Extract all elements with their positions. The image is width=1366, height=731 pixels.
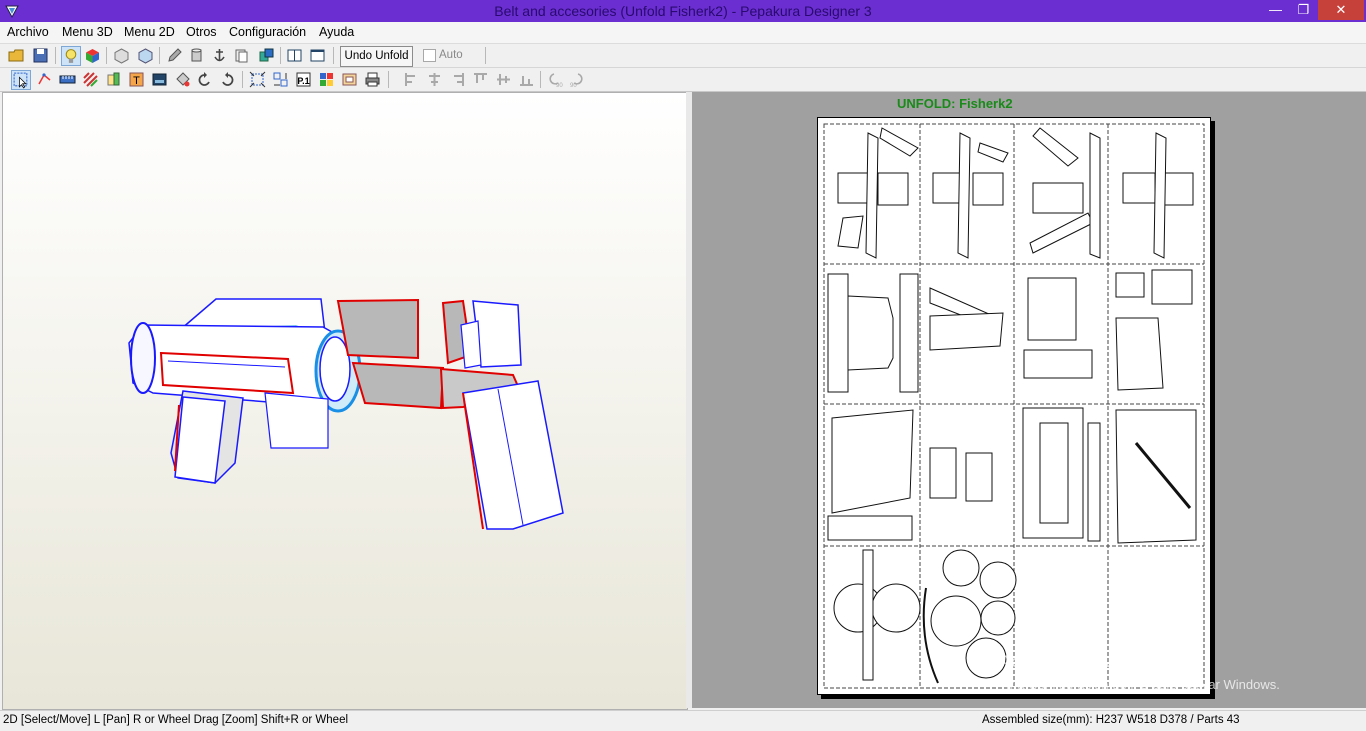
text-frame-icon[interactable]: T	[128, 71, 145, 88]
align-middle-icon[interactable]	[495, 71, 512, 88]
align-right-icon[interactable]	[449, 71, 466, 88]
pencil-icon[interactable]	[166, 47, 183, 64]
toolbar-separator	[540, 71, 541, 88]
window-title: Belt and accesories (Unfold Fisherk2) - …	[494, 3, 872, 19]
texture-icon[interactable]	[82, 71, 99, 88]
menu-bar: Archivo Menu 3D Menu 2D Otros Configurac…	[0, 22, 1366, 44]
print-preview-icon[interactable]	[341, 71, 358, 88]
toolbar-separator	[106, 47, 107, 64]
menu-2d[interactable]: Menu 2D	[124, 25, 175, 39]
flap-icon[interactable]	[105, 71, 122, 88]
activation-watermark-title: Activar Windows	[1000, 652, 1126, 671]
unfold-cube-icon[interactable]	[258, 47, 275, 64]
svg-text:90: 90	[570, 83, 577, 88]
main-toolbar: Undo Unfold Auto	[0, 44, 1366, 68]
layout-grid-icon[interactable]	[318, 71, 335, 88]
assembled-size: Assembled size(mm): H237 W518 D378 / Par…	[982, 714, 1240, 726]
wire-cube-icon[interactable]	[113, 47, 130, 64]
menu-3d[interactable]: Menu 3D	[62, 25, 113, 39]
undo-unfold-button[interactable]: Undo Unfold	[340, 46, 413, 67]
save-icon[interactable]	[32, 47, 49, 64]
align-center-icon[interactable]	[426, 71, 443, 88]
activation-watermark-subtitle: Ir a Configuración de PC para activar Wi…	[1006, 677, 1280, 692]
status-bar: 2D [Select/Move] L [Pan] R or Wheel Drag…	[0, 710, 1366, 731]
toolbar-separator	[159, 47, 160, 64]
arrange-icon[interactable]	[272, 71, 289, 88]
auto-checkbox-label: Auto	[439, 49, 463, 61]
align-left-icon[interactable]	[403, 71, 420, 88]
menu-configuracion[interactable]: Configuración	[229, 25, 306, 39]
toolbar-separator	[485, 47, 486, 64]
lightbulb-icon[interactable]	[61, 46, 81, 66]
anchor-icon[interactable]	[211, 47, 228, 64]
toolbar-separator	[388, 71, 389, 88]
shaded-cube-icon[interactable]	[137, 47, 154, 64]
rotate-left-icon[interactable]	[196, 71, 213, 88]
open-folder-icon[interactable]	[8, 47, 25, 64]
unfolded-parts-layout	[823, 123, 1205, 689]
svg-text:T: T	[133, 75, 140, 87]
unfold-header: UNFOLD: Fisherk2	[897, 96, 1013, 111]
cylinder-icon[interactable]	[188, 47, 205, 64]
color-cube-icon[interactable]	[84, 47, 101, 64]
image-frame-icon[interactable]	[151, 71, 168, 88]
rotate-90-left-icon[interactable]: 90	[546, 71, 563, 88]
printer-icon[interactable]	[364, 71, 381, 88]
title-bar: Belt and accesories (Unfold Fisherk2) - …	[0, 0, 1366, 22]
align-bottom-icon[interactable]	[518, 71, 535, 88]
select-move-icon[interactable]	[11, 70, 31, 90]
3d-model	[128, 298, 564, 530]
join-edges-icon[interactable]	[36, 71, 53, 88]
toolbar-separator	[280, 47, 281, 64]
close-button[interactable]: ✕	[1318, 0, 1364, 20]
split-view-icon[interactable]	[286, 47, 303, 64]
svg-text:90: 90	[556, 83, 563, 88]
3d-view[interactable]	[2, 92, 688, 710]
page-number-icon[interactable]: P.1	[295, 71, 312, 88]
auto-checkbox[interactable]	[423, 49, 436, 62]
minimize-button[interactable]: —	[1262, 0, 1289, 20]
status-hint: 2D [Select/Move] L [Pan] R or Wheel Drag…	[3, 714, 349, 726]
paper-stack-icon[interactable]	[233, 47, 250, 64]
fit-page-icon[interactable]	[249, 71, 266, 88]
svg-text:P.1: P.1	[297, 76, 309, 86]
rotate-90-right-icon[interactable]: 90	[569, 71, 586, 88]
paint-bucket-icon[interactable]	[174, 71, 191, 88]
paper-sheet	[817, 117, 1211, 695]
align-top-icon[interactable]	[472, 71, 489, 88]
edit-toolbar: T P.1 90 90	[0, 68, 1366, 92]
toolbar-separator	[55, 47, 56, 64]
single-view-icon[interactable]	[309, 47, 326, 64]
2d-view[interactable]: UNFOLD: Fisherk2	[692, 92, 1366, 708]
menu-archivo[interactable]: Archivo	[7, 25, 49, 39]
ruler-icon[interactable]	[59, 71, 76, 88]
maximize-button[interactable]: ❐	[1290, 0, 1317, 20]
menu-ayuda[interactable]: Ayuda	[319, 25, 354, 39]
rotate-right-icon[interactable]	[219, 71, 236, 88]
menu-otros[interactable]: Otros	[186, 25, 217, 39]
toolbar-separator	[333, 47, 334, 64]
toolbar-separator	[242, 71, 243, 88]
